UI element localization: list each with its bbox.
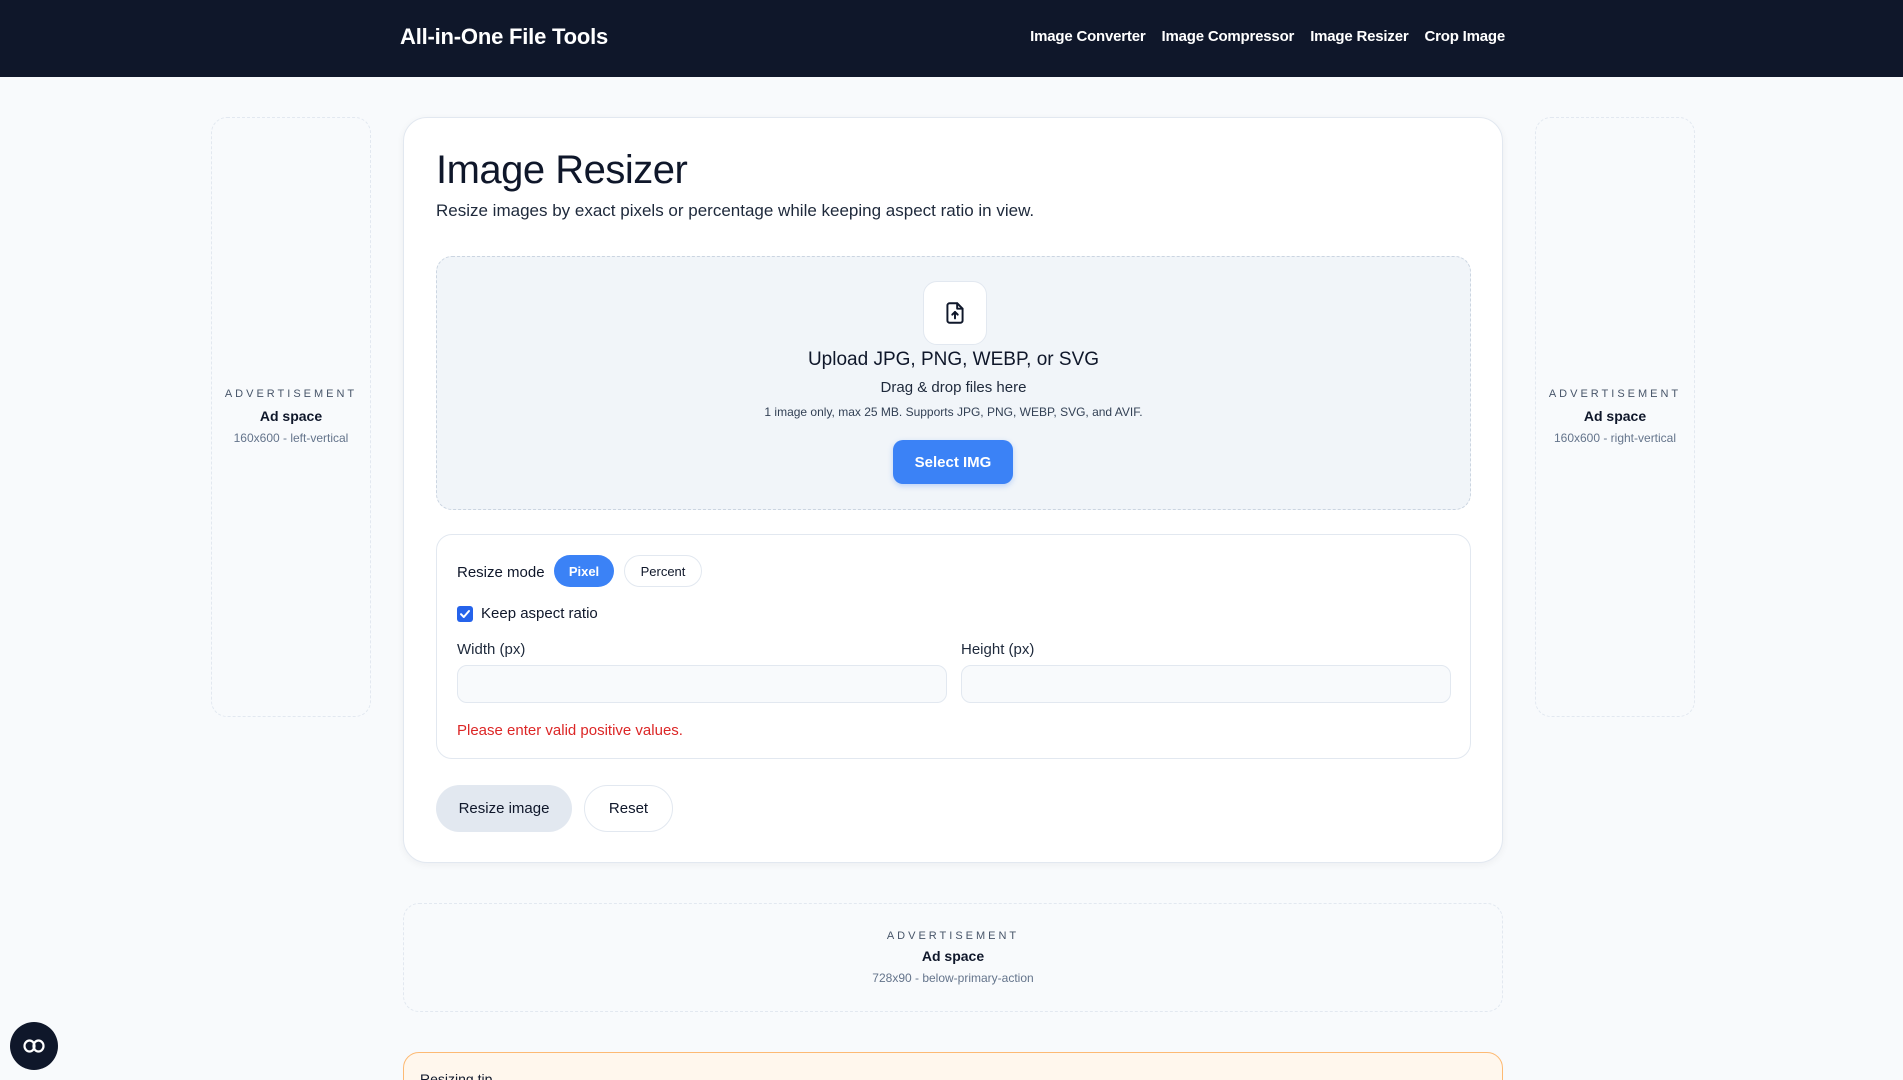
- nav-image-converter[interactable]: Image Converter: [1030, 28, 1146, 45]
- select-image-button[interactable]: Select IMG: [893, 440, 1013, 484]
- ad-title: Ad space: [921, 947, 985, 964]
- upload-dropzone[interactable]: Upload JPG, PNG, WEBP, or SVG Drag & dro…: [436, 256, 1471, 510]
- resizing-tip-box: Resizing tip: [403, 1052, 1503, 1080]
- checkmark-icon: [460, 610, 470, 618]
- ad-label: ADVERTISEMENT: [886, 929, 1020, 942]
- floating-link-button[interactable]: [10, 1022, 58, 1070]
- dropzone-subtitle: Drag & drop files here: [880, 379, 1027, 396]
- ad-label: ADVERTISEMENT: [224, 388, 358, 400]
- mode-pixel-toggle[interactable]: Pixel: [554, 555, 614, 587]
- ad-title: Ad space: [259, 408, 323, 424]
- ad-title: Ad space: [1583, 408, 1647, 424]
- link-icon: [23, 1039, 45, 1053]
- ad-size: 728x90 - below-primary-action: [872, 970, 1034, 985]
- resizer-card: Image Resizer Resize images by exact pix…: [403, 117, 1503, 863]
- ad-banner: ADVERTISEMENT Ad space 728x90 - below-pr…: [403, 903, 1503, 1012]
- height-input[interactable]: [961, 665, 1451, 703]
- file-upload-icon: [923, 281, 987, 345]
- resize-options-panel: Resize mode Pixel Percent Keep aspect ra…: [436, 534, 1471, 759]
- validation-error: Please enter valid positive values.: [457, 722, 683, 739]
- top-navigation-bar: All-in-One File Tools Image Converter Im…: [0, 0, 1903, 77]
- page-title: Image Resizer: [436, 148, 688, 192]
- keep-aspect-checkbox[interactable]: [457, 606, 473, 622]
- ad-size: 160x600 - left-vertical: [233, 431, 349, 445]
- nav-image-compressor[interactable]: Image Compressor: [1162, 28, 1295, 45]
- ad-label: ADVERTISEMENT: [1548, 388, 1682, 400]
- nav-crop-image[interactable]: Crop Image: [1424, 28, 1505, 45]
- height-label: Height (px): [961, 641, 1035, 658]
- ad-right-vertical: ADVERTISEMENT Ad space 160x600 - right-v…: [1535, 117, 1695, 717]
- tip-title: Resizing tip: [420, 1071, 493, 1080]
- resize-image-button[interactable]: Resize image: [436, 785, 572, 832]
- resize-mode-label: Resize mode: [457, 564, 545, 581]
- nav-image-resizer[interactable]: Image Resizer: [1310, 28, 1408, 45]
- brand-logo[interactable]: All-in-One File Tools: [400, 24, 608, 50]
- keep-aspect-label[interactable]: Keep aspect ratio: [481, 605, 598, 622]
- ad-left-vertical: ADVERTISEMENT Ad space 160x600 - left-ve…: [211, 117, 371, 717]
- dropzone-note: 1 image only, max 25 MB. Supports JPG, P…: [764, 405, 1143, 419]
- ad-size: 160x600 - right-vertical: [1553, 431, 1677, 445]
- width-label: Width (px): [457, 641, 526, 658]
- mode-percent-toggle[interactable]: Percent: [624, 555, 702, 587]
- reset-button[interactable]: Reset: [584, 785, 673, 832]
- main-nav: Image Converter Image Compressor Image R…: [1030, 28, 1505, 45]
- dropzone-title: Upload JPG, PNG, WEBP, or SVG: [807, 349, 1100, 370]
- page-subtitle: Resize images by exact pixels or percent…: [436, 201, 1035, 220]
- width-input[interactable]: [457, 665, 947, 703]
